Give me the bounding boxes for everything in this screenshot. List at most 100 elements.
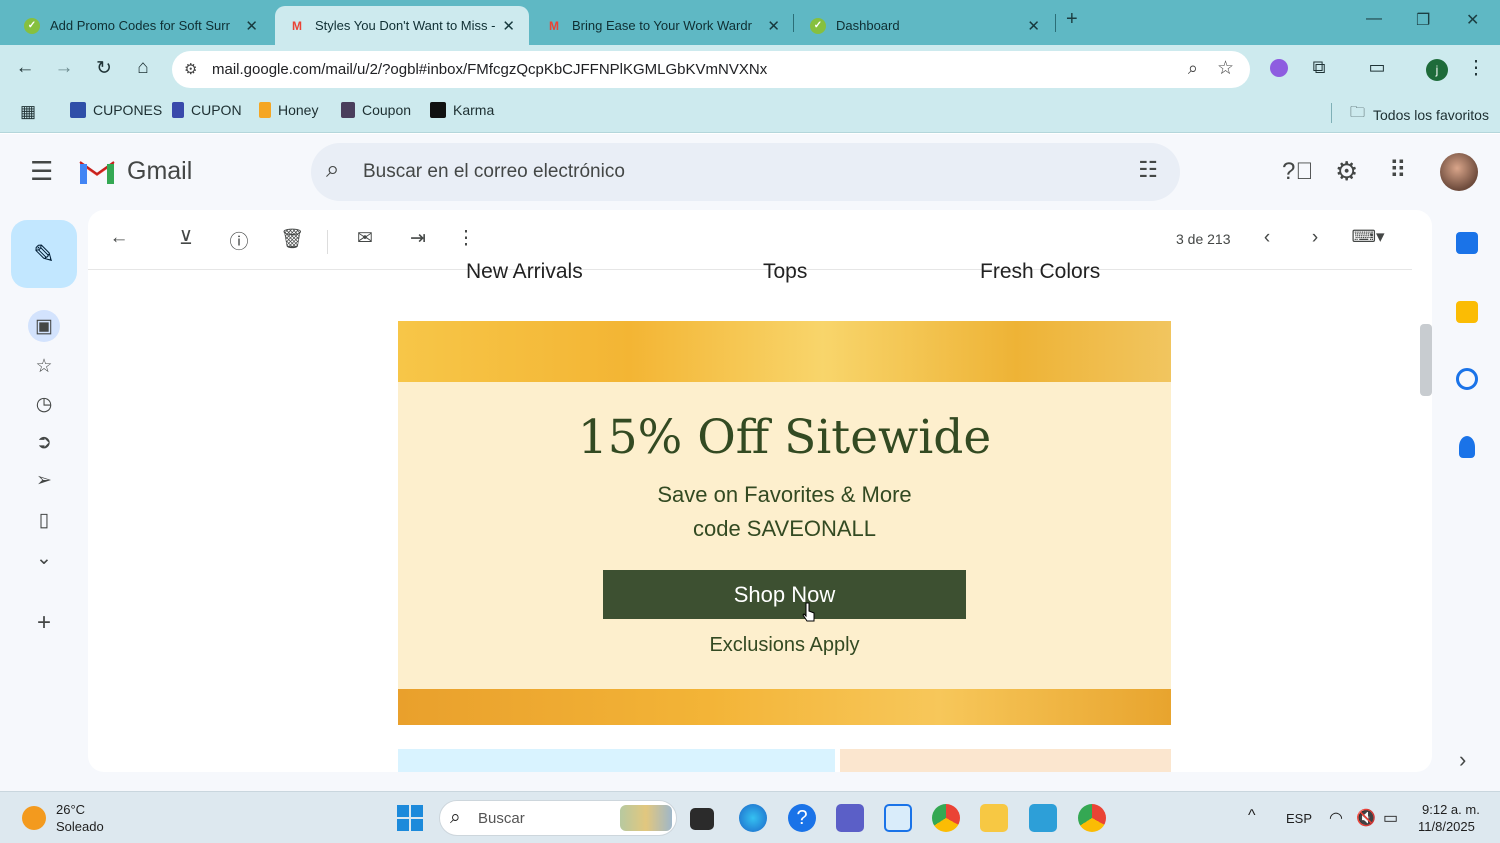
all-bookmarks-folder[interactable]: 🗀 Todos los favoritos [1350,102,1489,127]
more-actions-icon[interactable]: ⋮ [453,227,479,250]
tab-promo-codes[interactable]: ✓ Add Promo Codes for Soft Surr ✕ [10,6,272,45]
tab-title: Bring Ease to Your Work Wardr [572,18,752,33]
zoom-icon[interactable]: ⌕ [1188,58,1198,79]
windows-start-icon[interactable] [397,805,423,831]
extension-icon[interactable] [1270,59,1288,77]
edge-browser-icon[interactable] [739,804,767,832]
compose-button[interactable]: ✎ [11,220,77,288]
tab-dashboard[interactable]: ✓ Dashboard ✕ [796,6,1054,45]
close-tab-icon[interactable]: ✕ [502,17,515,35]
new-tab-button[interactable]: + [1066,8,1078,31]
apps-grid-icon[interactable]: ▦ [20,102,36,122]
contacts-icon[interactable] [1459,436,1475,458]
task-view-icon[interactable] [690,808,714,830]
account-avatar[interactable] [1440,153,1478,191]
teams-icon[interactable] [836,804,864,832]
app-shield-icon[interactable] [884,804,912,832]
bookmark-coupon[interactable]: Coupon [341,102,411,118]
site-info-icon[interactable]: ⚙ [184,60,197,78]
close-tab-icon[interactable]: ✕ [767,17,780,35]
important-label-icon[interactable]: ➲ [28,426,60,458]
reload-icon[interactable]: ↻ [92,57,116,80]
tasks-icon[interactable] [1456,368,1478,390]
back-to-inbox-icon[interactable]: ← [106,227,132,249]
add-label-plus-icon[interactable]: + [28,607,60,639]
cast-search-icon[interactable]: ▭ [1365,57,1389,78]
calendar-icon[interactable] [1456,232,1478,254]
extensions-puzzle-icon[interactable]: ⧉ [1307,57,1331,78]
bookmark-honey[interactable]: Honey [259,102,318,118]
window-close-icon[interactable]: ✕ [1466,10,1479,30]
inbox-icon[interactable]: ▣ [28,310,60,342]
mark-unread-icon[interactable]: ✉ [352,227,378,250]
google-apps-grid-icon[interactable]: ⠿ [1389,156,1407,185]
next-message-icon[interactable]: › [1302,227,1328,249]
tab-divider [793,14,794,32]
main-menu-icon[interactable]: ☰ [30,156,53,187]
keep-icon[interactable] [1456,301,1478,323]
home-icon[interactable]: ⌂ [131,57,155,79]
weather-description[interactable]: Soleado [56,819,104,834]
wifi-icon[interactable]: ◠ [1329,808,1343,828]
profile-avatar[interactable]: j [1426,59,1448,81]
help-icon[interactable]: ?⃝ [1282,158,1313,186]
url-text[interactable]: mail.google.com/mail/u/2/?ogbl#inbox/FMf… [212,61,767,78]
show-hidden-icons-chevron-icon[interactable]: ^ [1248,807,1256,825]
input-tools-keyboard-icon[interactable]: ⌨▾ [1346,227,1390,247]
bookmark-star-icon[interactable]: ☆ [1217,57,1234,80]
close-tab-icon[interactable]: ✕ [245,17,258,35]
move-to-folder-icon[interactable]: ⇥ [405,227,431,250]
report-spam-icon[interactable]: ⓘ [226,227,252,254]
bookmark-favicon-icon [70,102,86,118]
product-image-tile[interactable] [840,749,1171,772]
chrome-icon[interactable] [932,804,960,832]
forward-arrow-icon[interactable]: → [52,57,76,79]
previous-message-icon[interactable]: ‹ [1254,227,1280,249]
clock-date[interactable]: 11/8/2025 [1418,819,1475,834]
search-options-icon[interactable]: ☷ [1138,157,1158,183]
browser-menu-icon[interactable]: ⋮ [1464,57,1488,80]
snoozed-clock-icon[interactable]: ◷ [28,388,60,420]
settings-gear-icon[interactable]: ⚙ [1335,156,1358,187]
starred-star-icon[interactable]: ☆ [28,350,60,382]
gmail-logo-icon[interactable] [78,156,116,186]
bookmark-karma[interactable]: Karma [430,102,494,118]
chrome-profile-icon[interactable] [1078,804,1106,832]
close-tab-icon[interactable]: ✕ [1027,17,1040,35]
drafts-file-icon[interactable]: ▯ [28,504,60,536]
battery-icon[interactable]: ▭ [1383,808,1398,828]
product-image-tile[interactable] [398,749,835,772]
message-scrollbar[interactable] [1420,324,1432,396]
search-icon[interactable]: ⌕ [326,156,339,184]
back-arrow-icon[interactable]: ← [13,57,37,79]
minimize-icon[interactable]: — [1366,10,1382,28]
delete-trash-icon[interactable]: 🗑 [279,227,305,251]
volume-muted-icon[interactable]: 🔇 [1356,808,1376,828]
taskbar-search-input[interactable]: Buscar [478,810,525,827]
clock-time[interactable]: 9:12 a. m. [1422,802,1480,817]
search-input[interactable]: Buscar en el correo electrónico [363,161,625,183]
more-chevron-down-icon[interactable]: ⌄ [28,542,60,574]
file-explorer-folder-icon[interactable] [980,804,1008,832]
restore-icon[interactable]: ❐ [1416,10,1430,30]
tab-styles-active[interactable]: M Styles You Don't Want to Miss - ✕ [275,6,529,45]
help-question-icon[interactable]: ? [788,804,816,832]
snipping-tool-icon[interactable] [1029,804,1057,832]
sent-icon[interactable]: ➢ [28,464,60,496]
tab-work-wardrobe[interactable]: M Bring Ease to Your Work Wardr ✕ [532,6,794,45]
shop-now-button[interactable]: Shop Now [603,570,966,619]
category-fresh-colors[interactable]: Fresh Colors [980,260,1100,284]
weather-sun-icon[interactable] [22,806,46,830]
bookmark-cupones[interactable]: CUPONES [70,102,162,118]
address-bar[interactable]: ⚙ mail.google.com/mail/u/2/?ogbl#inbox/F… [172,51,1250,88]
archive-icon[interactable]: ⊻ [173,227,199,250]
mail-search-box[interactable]: ⌕ Buscar en el correo electrónico ☷ [311,143,1180,201]
taskbar-search[interactable]: ⌕ Buscar [439,800,677,836]
weather-temperature[interactable]: 26°C [56,802,85,817]
category-new-arrivals[interactable]: New Arrivals [466,260,583,284]
category-tops[interactable]: Tops [763,260,807,284]
bookmark-cupon[interactable]: CUPON [172,102,242,118]
bookmark-label: CUPONES [93,102,163,118]
expand-panel-chevron-icon[interactable]: › [1459,747,1466,773]
language-indicator[interactable]: ESP [1286,811,1312,826]
